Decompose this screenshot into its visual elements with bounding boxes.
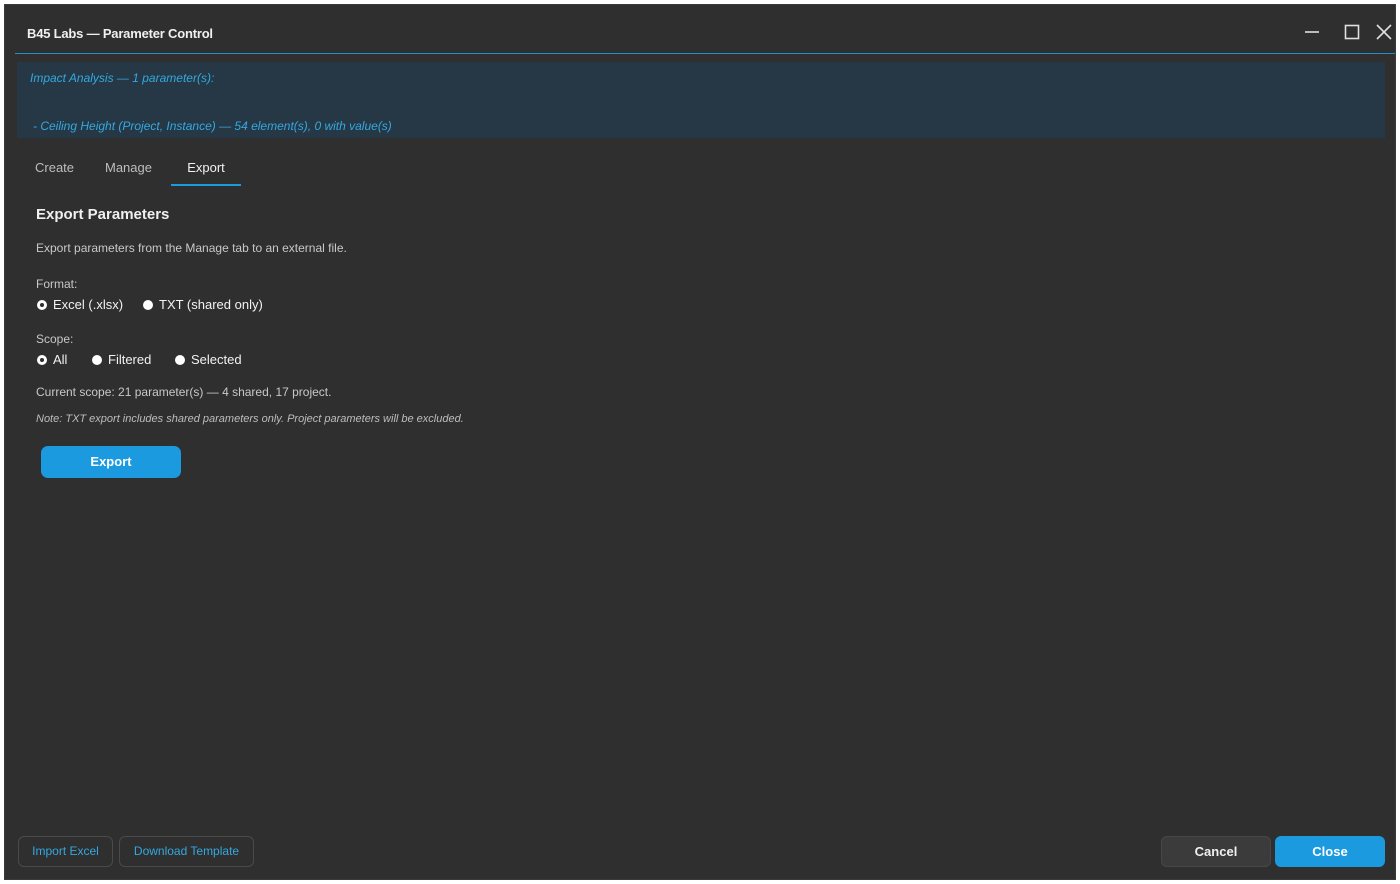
- scope-selected-radio[interactable]: Selected: [175, 352, 242, 367]
- export-section-title: Export Parameters: [36, 206, 170, 223]
- cancel-button[interactable]: Cancel: [1161, 836, 1271, 867]
- radio-unselected-icon: [143, 300, 153, 310]
- close-button[interactable]: Close: [1275, 836, 1385, 867]
- current-scope-text: Current scope: 21 parameter(s) — 4 share…: [36, 385, 332, 399]
- radio-unselected-icon: [175, 355, 185, 365]
- parameter-control-window: B45 Labs — Parameter Control Impact Anal…: [4, 4, 1396, 880]
- impact-analysis-detail: - Ceiling Height (Project, Instance) — 5…: [33, 119, 392, 133]
- window-title: B45 Labs — Parameter Control: [27, 26, 213, 41]
- scope-filtered-radio[interactable]: Filtered: [92, 352, 151, 367]
- title-bar: B45 Labs — Parameter Control: [15, 5, 1395, 54]
- minimize-icon[interactable]: [1301, 21, 1323, 43]
- import-excel-button[interactable]: Import Excel: [18, 836, 113, 867]
- scope-label: Scope:: [36, 332, 74, 346]
- export-button[interactable]: Export: [41, 446, 181, 478]
- impact-analysis-banner: Impact Analysis — 1 parameter(s): - Ceil…: [17, 62, 1385, 138]
- format-excel-radio[interactable]: Excel (.xlsx): [37, 297, 123, 312]
- download-template-button[interactable]: Download Template: [119, 836, 254, 867]
- export-description: Export parameters from the Manage tab to…: [36, 241, 347, 255]
- maximize-icon[interactable]: [1341, 21, 1363, 43]
- radio-selected-icon: [37, 355, 47, 365]
- impact-analysis-heading: Impact Analysis — 1 parameter(s):: [30, 71, 215, 85]
- tab-manage[interactable]: Manage: [105, 157, 152, 185]
- radio-unselected-icon: [92, 355, 102, 365]
- close-icon[interactable]: [1373, 21, 1395, 43]
- tab-create[interactable]: Create: [35, 157, 74, 185]
- tab-export[interactable]: Export: [171, 157, 241, 186]
- radio-selected-icon: [37, 300, 47, 310]
- txt-export-note: Note: TXT export includes shared paramet…: [36, 413, 464, 425]
- format-label: Format:: [36, 277, 78, 291]
- scope-all-radio[interactable]: All: [37, 352, 67, 367]
- format-txt-radio[interactable]: TXT (shared only): [143, 297, 263, 312]
